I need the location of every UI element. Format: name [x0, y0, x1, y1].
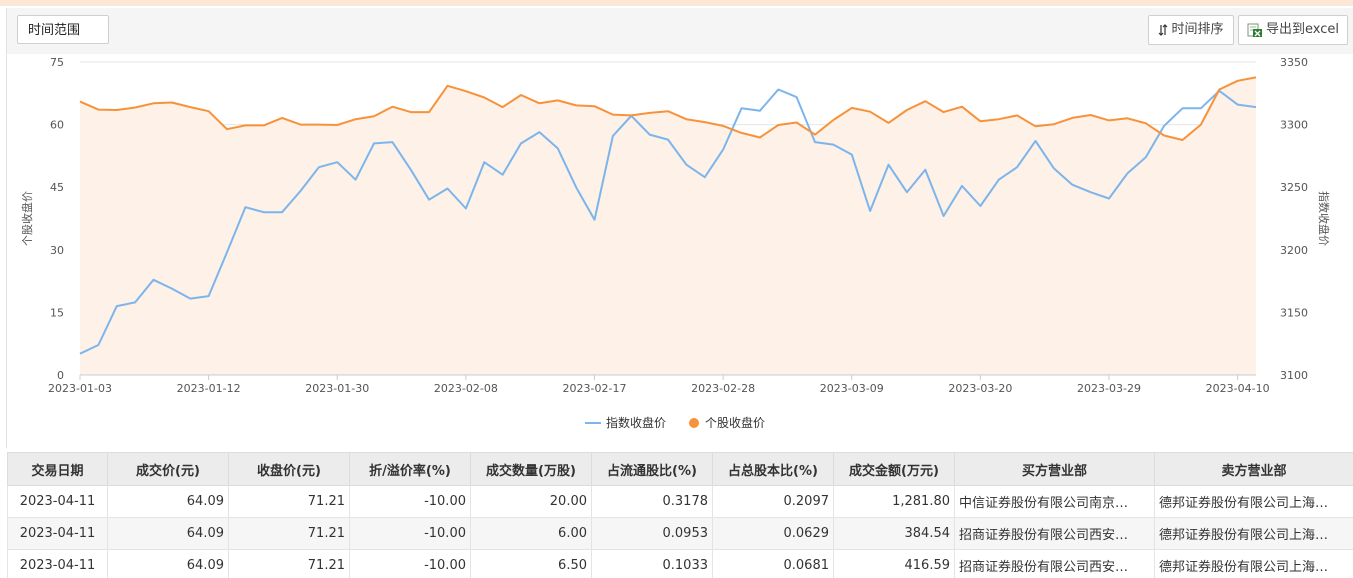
price-chart: 0 15 30 45 60 75 3100 3150 3200 3250 3300 3350 2023-… [7, 54, 1353, 450]
cell-seller: 德邦证券股份有限公司上海… [1154, 517, 1353, 550]
y-right-tick-label: 3250 [1280, 181, 1308, 194]
table-row[interactable]: 2023-04-11 64.09 71.21 -10.00 6.00 0.095… [7, 517, 1353, 550]
header-volume[interactable]: 成交数量(万股) [470, 452, 592, 486]
y-right-axis-title: 指数收盘价 [1317, 191, 1331, 246]
y-left-tick-label: 15 [50, 306, 64, 319]
y-right-tick-label: 3100 [1280, 369, 1308, 382]
header-trade-date[interactable]: 交易日期 [7, 452, 108, 486]
x-tick-label: 2023-04-10 [1206, 382, 1270, 395]
cell-amount: 416.59 [833, 549, 955, 578]
x-tick-label: 2023-02-17 [563, 382, 627, 395]
cell-premium-rate: -10.00 [349, 485, 471, 518]
y-right-tick-label: 3200 [1280, 244, 1308, 257]
excel-icon [1247, 23, 1262, 37]
time-range-button[interactable]: 时间范围 [17, 15, 109, 44]
time-sort-label: 时间排序 [1171, 22, 1224, 37]
header-total-ratio[interactable]: 占总股本比(%) [712, 452, 834, 486]
table-row[interactable]: 2023-04-11 64.09 71.21 -10.00 6.50 0.103… [7, 549, 1353, 578]
time-sort-button[interactable]: 时间排序 [1148, 15, 1234, 45]
y-left-tick-label: 75 [50, 56, 64, 69]
cell-amount: 384.54 [833, 517, 955, 550]
table-header-row: 交易日期 成交价(元) 收盘价(元) 折/溢价率(%) 成交数量(万股) 占流通… [7, 452, 1353, 486]
cell-trade-price: 64.09 [107, 517, 229, 550]
cell-volume: 6.00 [470, 517, 592, 550]
y-right-tick-label: 3350 [1280, 56, 1308, 69]
cell-total-ratio: 0.0629 [712, 517, 834, 550]
x-tick-label: 2023-03-09 [820, 382, 884, 395]
legend-index-label: 指数收盘价 [606, 415, 666, 430]
y-left-tick-label: 60 [50, 119, 64, 132]
export-excel-label: 导出到excel [1266, 22, 1339, 37]
cell-trade-price: 64.09 [107, 549, 229, 578]
cell-amount: 1,281.80 [833, 485, 955, 518]
cell-volume: 6.50 [470, 549, 592, 578]
cell-buyer: 招商证券股份有限公司西安… [954, 549, 1155, 578]
cell-close-price: 71.21 [228, 517, 350, 550]
cell-float-ratio: 0.0953 [591, 517, 713, 550]
cell-buyer: 招商证券股份有限公司西安… [954, 517, 1155, 550]
cell-total-ratio: 0.0681 [712, 549, 834, 578]
y-left-tick-label: 30 [50, 244, 64, 257]
header-close-price[interactable]: 收盘价(元) [228, 452, 350, 486]
cell-close-price: 71.21 [228, 485, 350, 518]
cell-trade-date: 2023-04-11 [7, 485, 108, 518]
x-tick-label: 2023-02-08 [434, 382, 498, 395]
toolbar: 时间范围 时间排序 导出到excel [7, 8, 1353, 54]
cell-premium-rate: -10.00 [349, 549, 471, 578]
header-amount[interactable]: 成交金额(万元) [833, 452, 955, 486]
cell-buyer: 中信证券股份有限公司南京… [954, 485, 1155, 518]
cell-trade-price: 64.09 [107, 485, 229, 518]
x-tick-label: 2023-03-20 [948, 382, 1012, 395]
cell-float-ratio: 0.3178 [591, 485, 713, 518]
legend-stock-swatch [689, 418, 699, 428]
cell-float-ratio: 0.1033 [591, 549, 713, 578]
cell-seller: 德邦证券股份有限公司上海… [1154, 485, 1353, 518]
cell-premium-rate: -10.00 [349, 517, 471, 550]
y-left-tick-label: 0 [57, 369, 64, 382]
export-excel-button[interactable]: 导出到excel [1238, 15, 1348, 45]
cell-volume: 20.00 [470, 485, 592, 518]
x-tick-label: 2023-02-28 [691, 382, 755, 395]
cell-total-ratio: 0.2097 [712, 485, 834, 518]
top-strip [0, 0, 1353, 6]
sort-arrows-icon [1159, 24, 1168, 36]
y-left-tick-label: 45 [50, 181, 64, 194]
x-tick-label: 2023-01-12 [177, 382, 241, 395]
header-float-ratio[interactable]: 占流通股比(%) [591, 452, 713, 486]
x-tick-label: 2023-01-03 [48, 382, 112, 395]
cell-trade-date: 2023-04-11 [7, 549, 108, 578]
x-tick-label: 2023-03-29 [1077, 382, 1141, 395]
y-right-tick-label: 3300 [1280, 119, 1308, 132]
x-tick-label: 2023-01-30 [305, 382, 369, 395]
y-right-tick-label: 3150 [1280, 306, 1308, 319]
cell-trade-date: 2023-04-11 [7, 517, 108, 550]
legend-stock-label: 个股收盘价 [705, 415, 765, 430]
page: 时间范围 时间排序 导出到excel 0 15 30 45 60 75 3100 3150 32… [0, 0, 1353, 578]
header-premium-rate[interactable]: 折/溢价率(%) [349, 452, 471, 486]
header-buyer[interactable]: 买方营业部 [954, 452, 1155, 486]
cell-seller: 德邦证券股份有限公司上海… [1154, 549, 1353, 578]
price-chart-svg: 0 15 30 45 60 75 3100 3150 3200 3250 3300 3350 2023-… [20, 56, 1331, 430]
header-seller[interactable]: 卖方营业部 [1154, 452, 1353, 486]
header-trade-price[interactable]: 成交价(元) [107, 452, 229, 486]
block-trade-table: 交易日期 成交价(元) 收盘价(元) 折/溢价率(%) 成交数量(万股) 占流通… [7, 452, 1353, 578]
y-left-axis-title: 个股收盘价 [20, 191, 34, 246]
cell-close-price: 71.21 [228, 549, 350, 578]
table-row[interactable]: 2023-04-11 64.09 71.21 -10.00 20.00 0.31… [7, 485, 1353, 518]
